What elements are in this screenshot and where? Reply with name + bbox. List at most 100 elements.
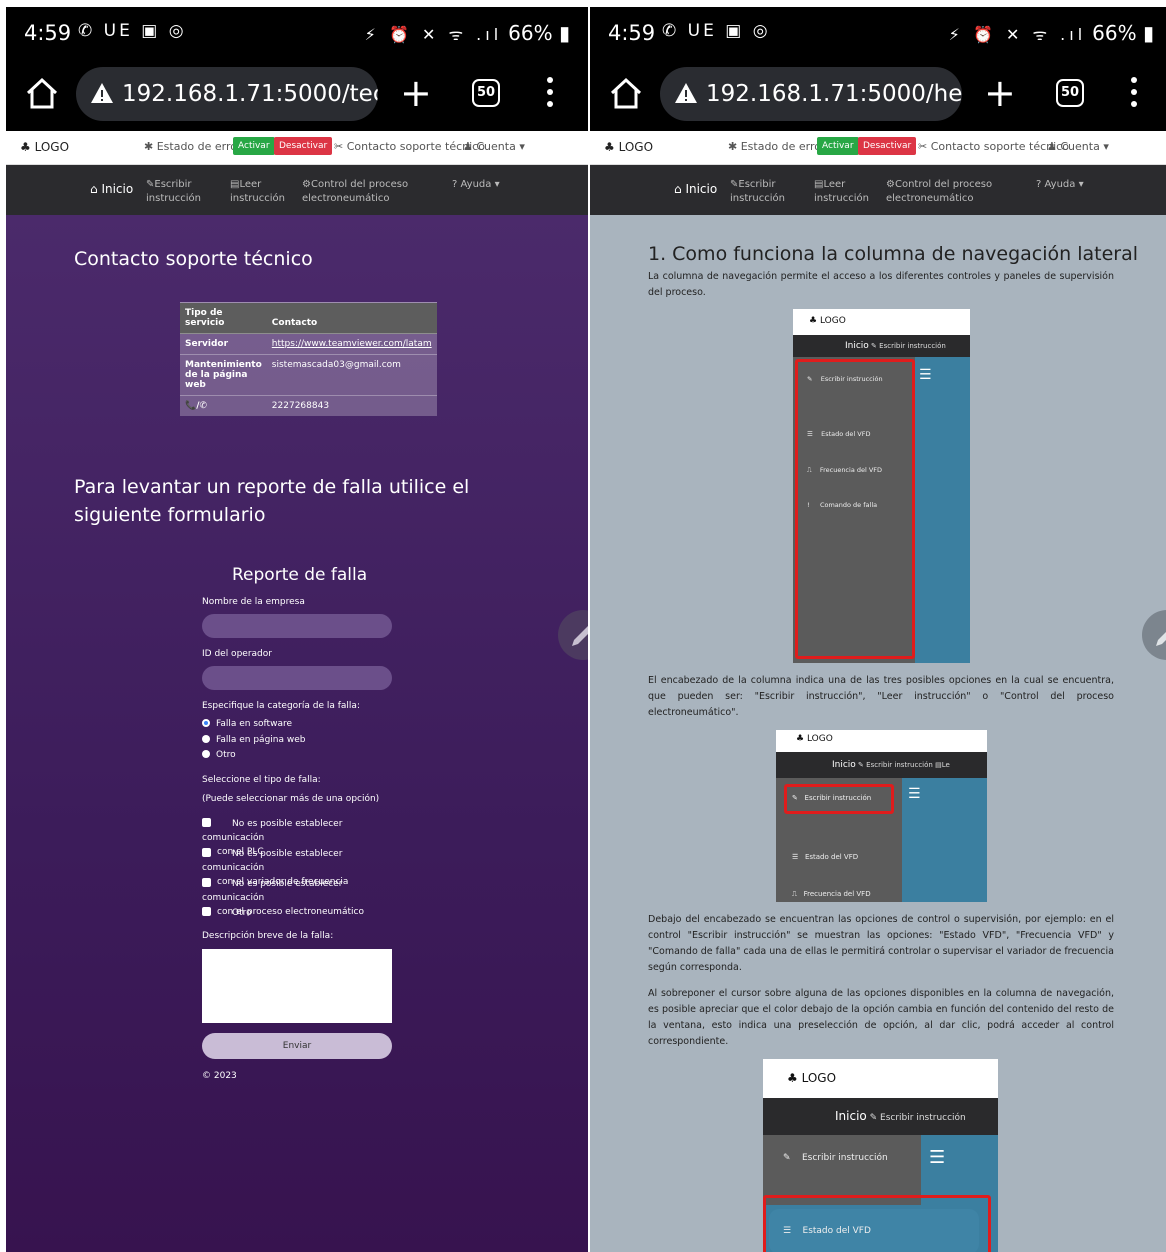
nav-write-label-2: instrucción	[730, 193, 785, 204]
radio-other[interactable]: Otro	[202, 750, 236, 760]
logo-text: LOGO	[34, 140, 70, 154]
account-dropdown[interactable]: ♟ Cuenta ▾	[1047, 140, 1109, 153]
shot-topbar: ♣ LOGO	[776, 730, 987, 752]
user-icon: ♟	[1047, 140, 1057, 153]
nav-write-instruction[interactable]: ✎Escribir instrucción	[730, 178, 785, 206]
radio-label: Falla en software	[216, 719, 292, 729]
checkbox-label: No es posible establecer comunicación	[202, 849, 343, 873]
browser-menu-icon[interactable]	[1130, 77, 1138, 111]
operator-input[interactable]	[202, 666, 392, 690]
contact-heading: Contacto soporte técnico	[74, 248, 313, 270]
table-header-row: Tipo de servicio Contacto	[180, 302, 437, 334]
nav-read-instruction[interactable]: ▤Leer instrucción	[230, 178, 285, 206]
shot-nav-write: Escribir instrucción	[880, 1113, 966, 1123]
checkbox-label: No es posible establecer comunicación	[202, 819, 343, 843]
nav-read-label-2: instrucción	[230, 193, 285, 204]
error-status-text: Estado de error:	[740, 140, 830, 153]
signal-icons: ⚡ ⏰ ✕ ᯤ .ıl	[948, 25, 1087, 44]
nav-control-label-2: electroneumático	[886, 193, 974, 204]
logo-text: LOGO	[618, 140, 654, 154]
battery-icon: ▮	[558, 21, 570, 45]
deactivate-button[interactable]: Desactivar	[858, 137, 917, 155]
gears-icon: ⚙	[886, 179, 895, 190]
new-tab-icon[interactable]: +	[984, 71, 1016, 115]
nav-process-control[interactable]: ⚙Control del proceso electroneumático	[886, 178, 992, 206]
browser-menu-icon[interactable]	[546, 77, 554, 111]
system-status: ⚡ ⏰ ✕ ᯤ .ıl 66% ▮	[949, 21, 1154, 45]
description-textarea[interactable]	[202, 949, 392, 1023]
list-icon: ☰	[908, 786, 921, 802]
checkbox-other[interactable]: Otro	[202, 906, 402, 920]
table-header: Contacto	[266, 302, 437, 334]
home-icon[interactable]	[608, 75, 644, 111]
shot-nav-home: Inicio	[832, 760, 856, 770]
activate-button[interactable]: Activar	[233, 137, 275, 155]
activate-button[interactable]: Activar	[817, 137, 859, 155]
user-icon: ♟	[463, 140, 473, 153]
house-icon: ⌂	[674, 182, 682, 196]
shot-nav-home: Inicio	[835, 1109, 867, 1123]
shot-nav-write: Escribir instrucción	[866, 761, 933, 769]
teamviewer-link[interactable]: https://www.teamviewer.com/latam	[272, 339, 432, 349]
notification-icons: ✆ UE ▣ ◎	[78, 21, 187, 41]
nav-read-instruction[interactable]: ▤Leer instrucción	[814, 178, 869, 206]
error-status-label: ✱ Estado de error:	[728, 140, 829, 153]
shot-navbar: Inicio ✎ Escribir instrucción	[763, 1098, 998, 1135]
shot-nav-read: Le	[941, 761, 950, 769]
nav-help-label: Ayuda	[1044, 179, 1076, 190]
home-icon[interactable]	[24, 75, 60, 111]
tab-count-button[interactable]: 50	[1056, 79, 1084, 107]
edit-fab[interactable]	[1142, 610, 1166, 660]
nav-home[interactable]: ⌂ Inicio	[674, 182, 717, 196]
nav-write-label-1: Escribir	[154, 179, 192, 190]
pencil-icon	[572, 626, 588, 646]
table-header: Tipo de servicio	[180, 302, 267, 334]
nav-help-dropdown[interactable]: ? Ayuda ▾	[1036, 178, 1084, 192]
deactivate-button[interactable]: Desactivar	[274, 137, 333, 155]
account-dropdown[interactable]: ♟ Cuenta ▾	[463, 140, 525, 153]
checkbox-icon	[202, 878, 211, 887]
new-tab-icon[interactable]: +	[400, 71, 432, 115]
submit-button[interactable]: Enviar	[202, 1033, 392, 1059]
highlight-box	[795, 359, 915, 659]
radio-webpage[interactable]: Falla en página web	[202, 735, 305, 745]
radio-icon	[202, 750, 210, 758]
highlight-box	[763, 1195, 991, 1252]
shot-item-vfd-freq: ⎍ Frecuencia del VFD	[792, 890, 871, 898]
nav-process-control[interactable]: ⚙Control del proceso electroneumático	[302, 178, 408, 206]
shot-topbar: ♣ LOGO	[763, 1059, 998, 1098]
shot-item-vfd-state: ☰ Estado del VFD	[792, 853, 859, 861]
company-input[interactable]	[202, 614, 392, 638]
shot-topbar: ♣ LOGO	[793, 309, 970, 335]
address-bar[interactable]: 192.168.1.71:5000/help	[660, 67, 962, 121]
table-cell: Mantenimiento de la página web	[180, 354, 267, 396]
account-label: Cuenta	[476, 140, 516, 153]
tab-count-button[interactable]: 50	[472, 79, 500, 107]
address-bar[interactable]: 192.168.1.71:5000/techs	[76, 67, 378, 121]
pencil-icon	[1156, 632, 1166, 646]
nav-write-label-2: instrucción	[146, 193, 201, 204]
radio-label: Falla en página web	[216, 735, 306, 745]
nav-write-instruction[interactable]: ✎Escribir instrucción	[146, 178, 201, 206]
help-paragraph: Al sobreponer el cursor sobre alguna de …	[648, 988, 1114, 1047]
site-logo[interactable]: ♣ LOGO	[20, 140, 69, 154]
status-time: 4:59	[24, 21, 72, 45]
edit-fab[interactable]	[558, 610, 588, 660]
gears-icon: ⚙	[302, 179, 311, 190]
nav-help-dropdown[interactable]: ? Ayuda ▾	[452, 178, 500, 192]
copyright: © 2023	[202, 1071, 237, 1081]
nav-home[interactable]: ⌂ Inicio	[90, 182, 133, 196]
type-label: Seleccione el tipo de falla:	[202, 775, 321, 785]
radio-software[interactable]: Falla en software	[202, 719, 292, 729]
nav-control-label-2: electroneumático	[302, 193, 390, 204]
shot-navbar: Inicio ✎ Escribir instrucción ▤Le	[776, 752, 987, 778]
house-icon: ⌂	[90, 182, 98, 196]
url-text: 192.168.1.71:5000/techs	[122, 81, 378, 107]
radio-checked-icon	[202, 719, 210, 727]
error-status-label: ✱ Estado de error:	[144, 140, 245, 153]
shot-logo: LOGO	[819, 316, 846, 326]
checkbox-icon	[202, 907, 211, 916]
help-paragraph: El encabezado de la columna indica una d…	[648, 675, 1114, 718]
battery-level: 66%	[1092, 21, 1137, 45]
site-logo[interactable]: ♣ LOGO	[604, 140, 653, 154]
